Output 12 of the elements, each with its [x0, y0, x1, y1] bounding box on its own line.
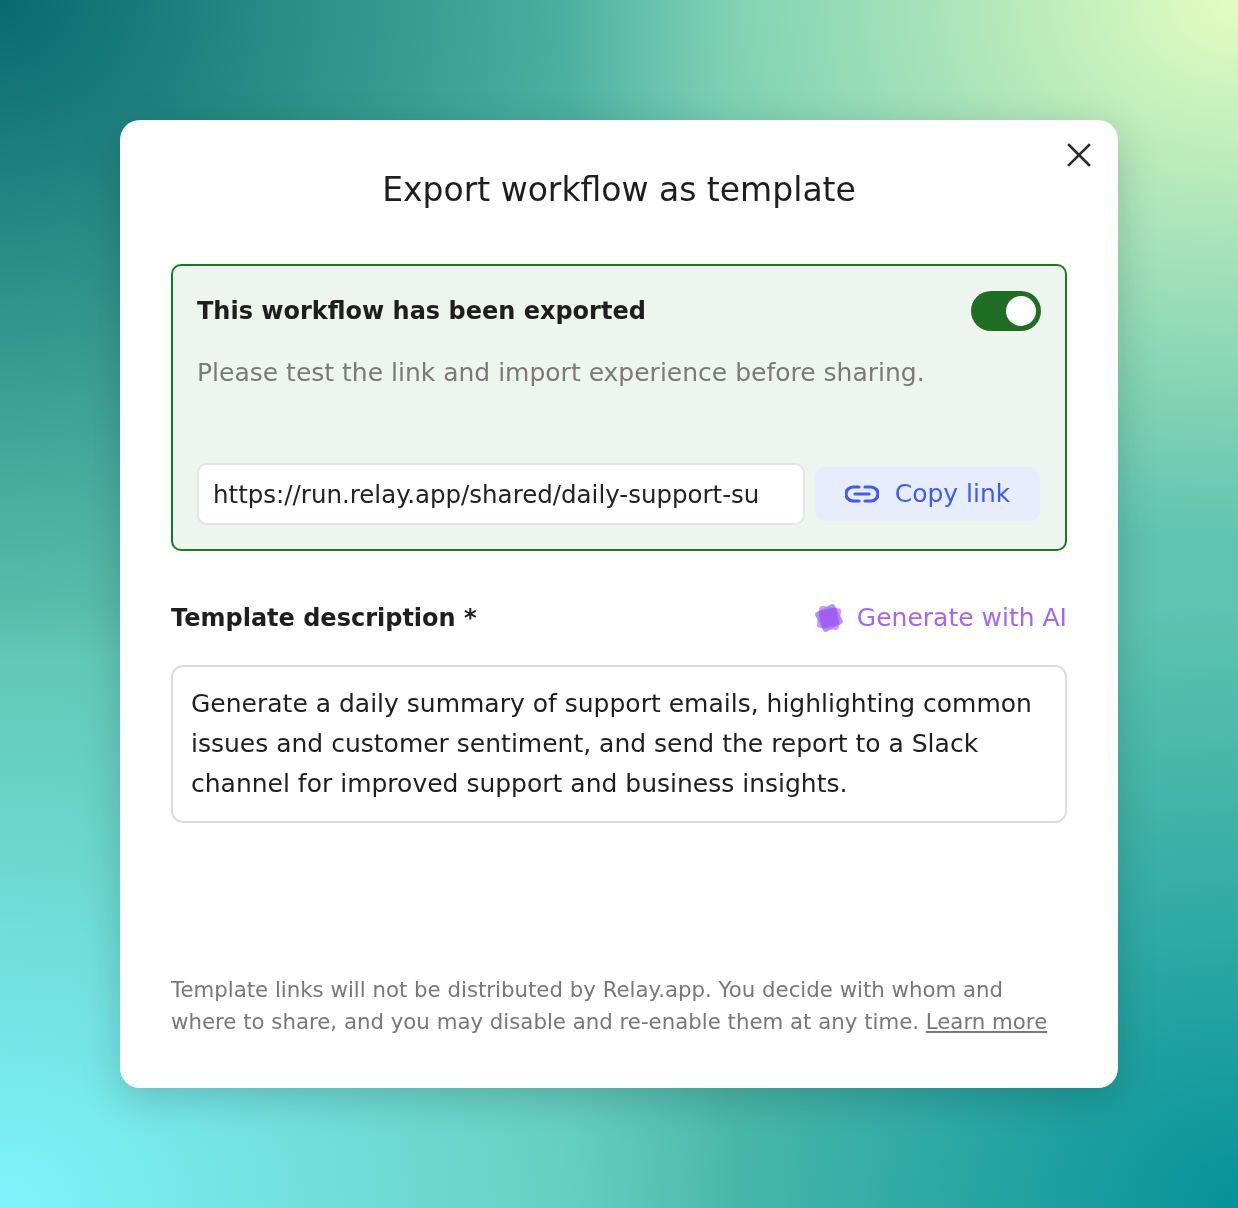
panel-heading: This workflow has been exported: [197, 296, 646, 327]
description-field[interactable]: Generate a daily summary of support emails, highlighting common issues and customer sentiment, and send the report to a Slack channel for improved support and business insights.: [171, 665, 1067, 823]
panel-note: Please test the link and import experience before sharing.: [197, 357, 926, 389]
dialog-title: Export workflow as template: [381, 169, 857, 211]
footer-note: Template links will not be distributed by Relay.app. You decide with whom and where to share, and you may disable and re-enable them at any time. Learn more: [171, 976, 1049, 1036]
field-label: Template description *: [171, 603, 477, 634]
learn-more-link[interactable]: Learn more: [925, 1009, 1048, 1034]
link-field[interactable]: https://run.relay.app/shared/daily-support-su: [197, 463, 805, 525]
generate-ai-button[interactable]: Generate with AI: [810, 600, 1067, 636]
copy-link-button[interactable]: Copy link: [815, 467, 1040, 521]
link-icon: [844, 484, 879, 504]
toggle-switch[interactable]: [971, 291, 1041, 331]
